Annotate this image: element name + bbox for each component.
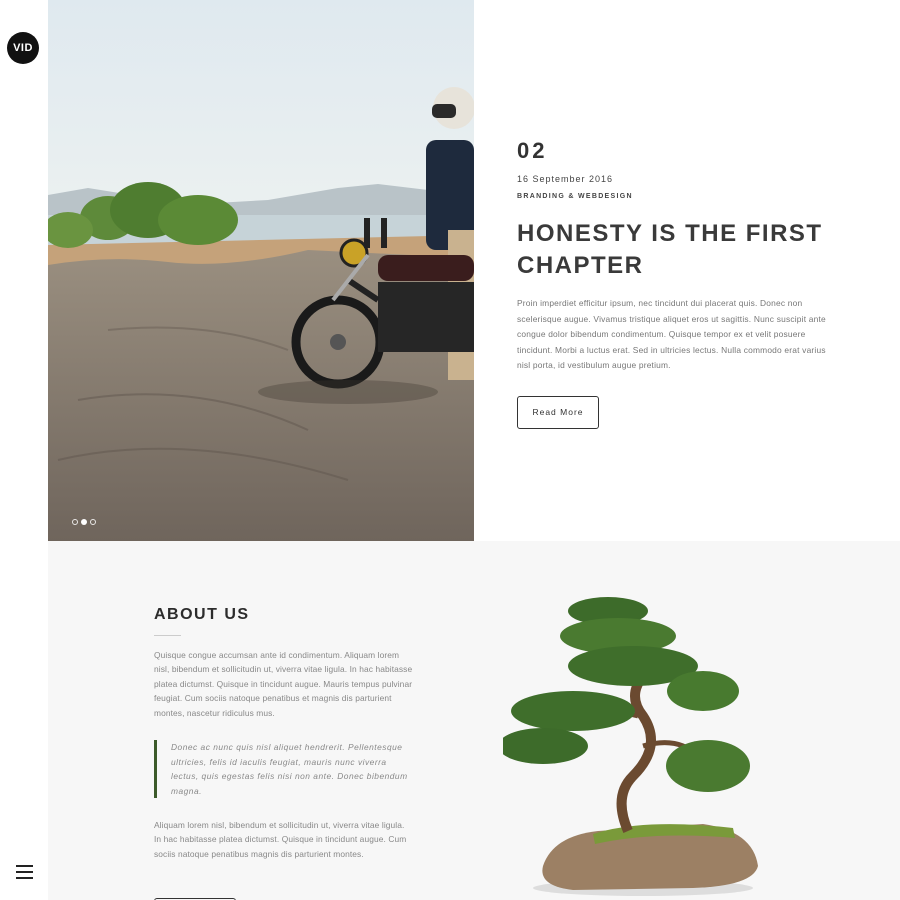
about-paragraph-2: Aliquam lorem nisl, bibendum et sollicit… bbox=[154, 820, 407, 859]
about-content: ABOUT US Quisque congue accumsan ante id… bbox=[154, 606, 414, 861]
title-divider bbox=[154, 635, 181, 636]
menu-line bbox=[16, 871, 33, 873]
post-excerpt: Proin imperdiet efficitur ipsum, nec tin… bbox=[517, 298, 826, 370]
side-rail: VID bbox=[0, 0, 47, 900]
slider-dots bbox=[72, 519, 96, 525]
bonsai-image bbox=[503, 597, 758, 896]
about-quote: Donec ac nunc quis nisl aliquet hendreri… bbox=[154, 740, 414, 799]
hamburger-icon[interactable] bbox=[16, 865, 33, 879]
post-number: 02 bbox=[517, 138, 548, 163]
post-title: HONESTY IS THE FIRST CHAPTER bbox=[517, 220, 823, 279]
hero-content: 02 16 September 2016 BRANDING & WEBDESIG… bbox=[517, 138, 837, 429]
slider-dot-active[interactable] bbox=[81, 519, 87, 525]
menu-line bbox=[16, 865, 33, 867]
about-title: ABOUT US bbox=[154, 606, 250, 623]
post-date: 16 September 2016 bbox=[517, 174, 614, 184]
logo[interactable]: VID bbox=[7, 32, 39, 64]
slider-dot[interactable] bbox=[90, 519, 96, 525]
read-more-button[interactable]: Read More bbox=[517, 395, 599, 429]
menu-line bbox=[16, 877, 33, 879]
about-section: ABOUT US Quisque congue accumsan ante id… bbox=[48, 541, 900, 900]
hero-image bbox=[48, 0, 474, 541]
motorcycle-photo bbox=[48, 0, 474, 541]
about-paragraph: Quisque congue accumsan ante id condimen… bbox=[154, 650, 413, 718]
post-category[interactable]: BRANDING & WEBDESIGN bbox=[517, 193, 837, 200]
slider-dot[interactable] bbox=[72, 519, 78, 525]
